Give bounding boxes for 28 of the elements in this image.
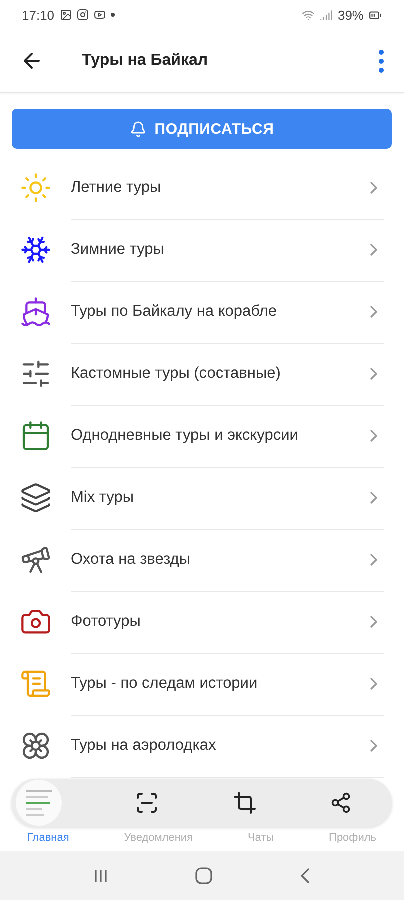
back-icon (299, 866, 311, 884)
crop-edit-button[interactable] (232, 791, 257, 815)
subscribe-button[interactable]: ПОДПИСАТЬСЯ (12, 109, 392, 149)
scan-button[interactable] (135, 791, 160, 815)
gallery-icon (60, 9, 72, 21)
battery-icon (369, 8, 382, 22)
video-icon (94, 9, 106, 21)
category-item[interactable]: Туры на аэролодках (0, 715, 404, 777)
category-item[interactable]: Летние туры (0, 157, 404, 219)
category-item[interactable]: Охота на звезды (0, 529, 404, 591)
battery-percent: 39% (338, 8, 364, 22)
screen-title: Туры на Байкал (82, 52, 210, 70)
notification-dot-icon (110, 13, 115, 17)
bell-icon (130, 120, 147, 138)
category-item[interactable]: Зимние туры (0, 219, 404, 281)
share-button[interactable] (330, 792, 352, 814)
category-item[interactable]: Кастомные туры (составные) (0, 343, 404, 405)
category-item[interactable]: Однодневные туры и экскурсии (0, 405, 404, 467)
wifi-icon (302, 8, 315, 22)
category-item[interactable]: Туры - по следам истории (0, 653, 404, 715)
bottom-tab[interactable]: Главная (27, 832, 70, 844)
status-time: 17:10 (22, 8, 55, 22)
recent-apps-icon (93, 868, 109, 884)
category-item[interactable]: Фототуры (0, 591, 404, 653)
camera-app-icon (76, 9, 89, 21)
home-icon (195, 866, 213, 884)
category-item[interactable]: Туры по Байкалу на корабле (0, 281, 404, 343)
category-item[interactable]: Mix туры (0, 467, 404, 529)
